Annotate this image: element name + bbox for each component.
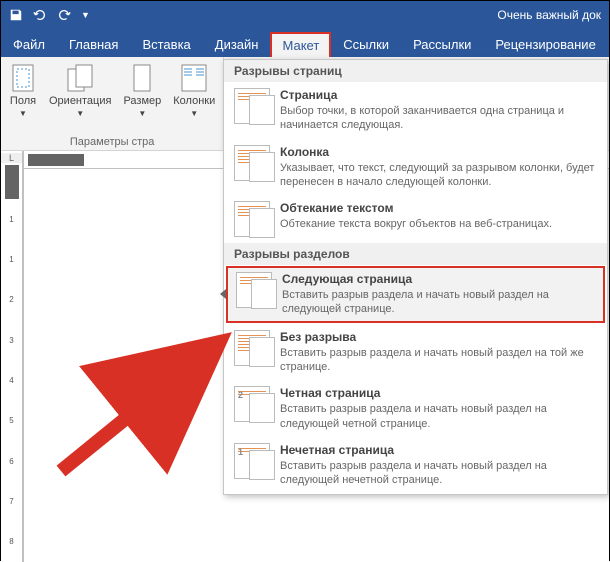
section-odd-page-item[interactable]: 1 Нечетная страница Вставить разрыв разд…: [224, 437, 607, 494]
redo-icon[interactable]: [57, 8, 71, 22]
tab-mailings[interactable]: Рассылки: [401, 32, 483, 57]
tab-design[interactable]: Дизайн: [203, 32, 271, 57]
size-label: Размер: [123, 95, 161, 107]
even-page-icon: 2: [234, 386, 270, 422]
tab-insert[interactable]: Вставка: [130, 32, 202, 57]
columns-label: Колонки: [173, 95, 215, 107]
ruler-scale: 1 1 2 3 4 5 6 7 8: [5, 199, 19, 562]
ruler-margin: [5, 165, 19, 199]
item-desc: Вставить разрыв раздела и начать новый р…: [280, 346, 597, 375]
dropdown-header-pages: Разрывы страниц: [224, 60, 607, 82]
undo-icon[interactable]: [33, 8, 47, 22]
item-title: Четная страница: [280, 386, 597, 400]
item-title: Страница: [280, 88, 597, 102]
item-title: Следующая страница: [282, 272, 595, 286]
ruler-margin: [28, 154, 84, 166]
quick-access-toolbar: ▼: [9, 8, 90, 22]
item-title: Без разрыва: [280, 330, 597, 344]
selection-arrow-icon: [220, 289, 226, 299]
next-page-icon: [236, 272, 272, 308]
tab-references[interactable]: Ссылки: [331, 32, 401, 57]
item-title: Нечетная страница: [280, 443, 597, 457]
margins-icon: [9, 63, 37, 93]
item-desc: Вставить разрыв раздела и начать новый р…: [282, 288, 595, 317]
vertical-ruler[interactable]: L 1 1 2 3 4 5 6 7 8: [1, 151, 23, 562]
column-break-icon: [234, 145, 270, 181]
item-desc: Обтекание текста вокруг объектов на веб-…: [280, 217, 597, 231]
orientation-label: Ориентация: [49, 95, 111, 107]
chevron-down-icon[interactable]: ▼: [81, 10, 90, 20]
breaks-dropdown: Разрывы страниц Страница Выбор точки, в …: [223, 59, 608, 495]
ruler-corner: L: [1, 153, 22, 163]
chevron-down-icon: ▼: [19, 109, 27, 118]
document-name: Очень важный док: [497, 8, 601, 22]
margins-button[interactable]: Поля ▼: [7, 61, 39, 120]
page-setup-label: Параметры стра: [7, 134, 217, 148]
section-continuous-item[interactable]: Без разрыва Вставить разрыв раздела и на…: [224, 324, 607, 381]
item-title: Обтекание текстом: [280, 201, 597, 215]
page-setup-group: Поля ▼ Ориентация ▼ Размер ▼ Колонки ▼ Парам…: [1, 57, 224, 150]
item-title: Колонка: [280, 145, 597, 159]
margins-label: Поля: [10, 95, 36, 107]
columns-button[interactable]: Колонки ▼: [171, 61, 217, 120]
section-even-page-item[interactable]: 2 Четная страница Вставить разрыв раздел…: [224, 380, 607, 437]
size-icon: [128, 63, 156, 93]
orientation-icon: [66, 63, 94, 93]
odd-page-icon: 1: [234, 443, 270, 479]
break-column-item[interactable]: Колонка Указывает, что текст, следующий …: [224, 139, 607, 196]
tab-file[interactable]: Файл: [1, 32, 57, 57]
ribbon-tabs: Файл Главная Вставка Дизайн Макет Ссылки…: [1, 29, 609, 57]
item-desc: Выбор точки, в которой заканчивается одн…: [280, 104, 597, 133]
chevron-down-icon: ▼: [76, 109, 84, 118]
tab-layout[interactable]: Макет: [270, 32, 331, 57]
titlebar: ▼ Очень важный док: [1, 1, 609, 29]
dropdown-header-sections: Разрывы разделов: [224, 243, 607, 265]
columns-icon: [180, 63, 208, 93]
textwrap-break-icon: [234, 201, 270, 237]
tab-home[interactable]: Главная: [57, 32, 130, 57]
tab-review[interactable]: Рецензирование: [483, 32, 607, 57]
size-button[interactable]: Размер ▼: [121, 61, 163, 120]
orientation-button[interactable]: Ориентация ▼: [47, 61, 113, 120]
continuous-icon: [234, 330, 270, 366]
save-icon[interactable]: [9, 8, 23, 22]
item-desc: Вставить разрыв раздела и начать новый р…: [280, 459, 597, 488]
chevron-down-icon: ▼: [190, 109, 198, 118]
item-desc: Вставить разрыв раздела и начать новый р…: [280, 402, 597, 431]
section-next-page-item[interactable]: Следующая страница Вставить разрыв разде…: [226, 266, 605, 323]
item-desc: Указывает, что текст, следующий за разры…: [280, 161, 597, 190]
chevron-down-icon: ▼: [138, 109, 146, 118]
break-page-item[interactable]: Страница Выбор точки, в которой заканчив…: [224, 82, 607, 139]
page-break-icon: [234, 88, 270, 124]
break-textwrap-item[interactable]: Обтекание текстом Обтекание текста вокру…: [224, 195, 607, 243]
